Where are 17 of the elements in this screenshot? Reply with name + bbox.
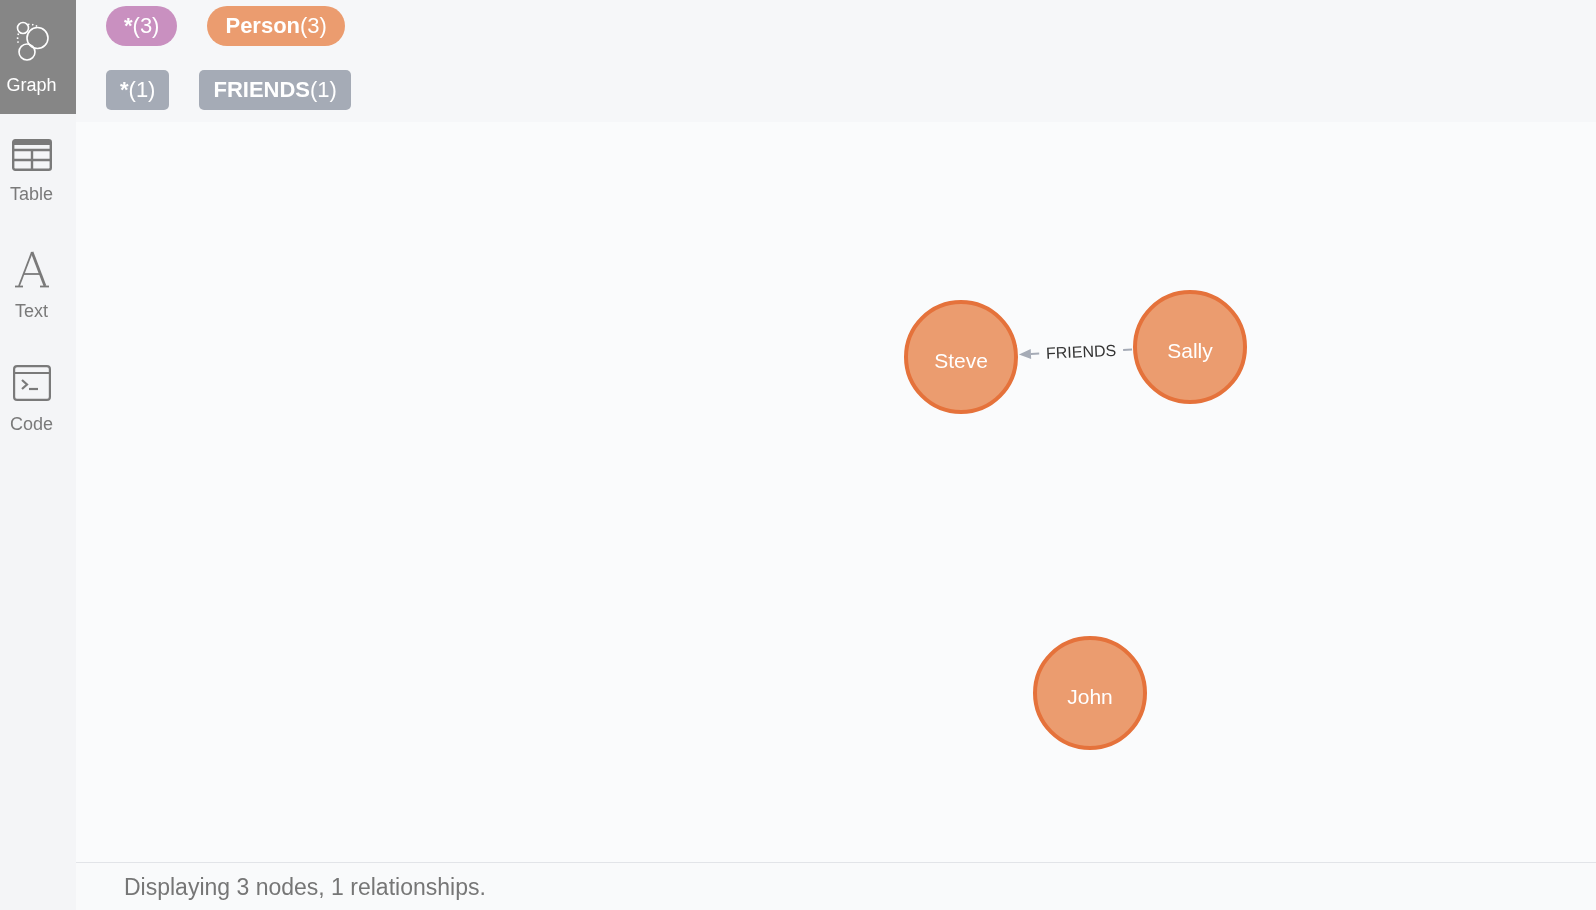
- table-icon: [11, 138, 52, 171]
- node-label-tag[interactable]: *(3): [106, 6, 178, 46]
- graph-node[interactable]: Sally: [1133, 290, 1247, 404]
- terminal-icon: [12, 364, 51, 401]
- relationship-line[interactable]: [1122, 348, 1134, 351]
- sidebar-item[interactable]: Graph: [0, 0, 76, 114]
- relationship-type-tag[interactable]: FRIENDS(1): [199, 70, 351, 110]
- relationship-type-tag[interactable]: *(1): [106, 70, 170, 110]
- node-label-tag[interactable]: Person(3): [207, 6, 345, 46]
- letter-icon: [14, 249, 49, 288]
- sidebar-item[interactable]: Code: [0, 342, 76, 456]
- sidebar-item[interactable]: Table: [0, 114, 76, 228]
- graph-node[interactable]: Steve: [904, 300, 1018, 414]
- relationship-arrow[interactable]: [1018, 348, 1041, 359]
- status-text: Displaying 3 nodes, 1 relationships.: [124, 874, 486, 900]
- graph-node[interactable]: John: [1033, 636, 1147, 750]
- sidebar-item[interactable]: Text: [0, 228, 76, 342]
